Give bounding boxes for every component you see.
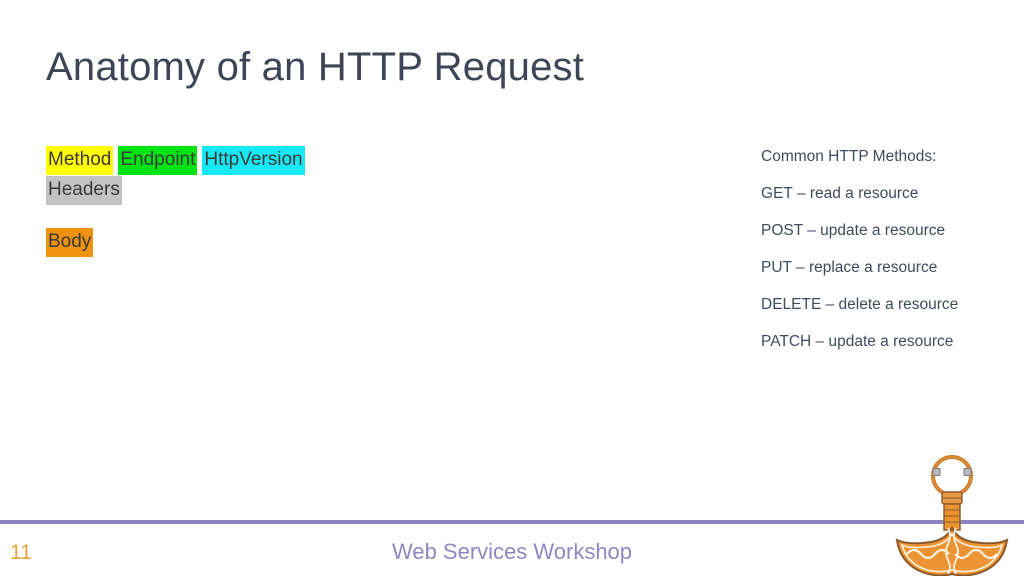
token-headers: Headers <box>46 176 122 205</box>
slide-canvas: Anatomy of an HTTP Request Method Endpoin… <box>0 0 1024 576</box>
token-endpoint: Endpoint <box>118 146 198 175</box>
mjolnir-hammer-logo <box>893 454 1011 576</box>
method-item-get: GET – read a resource <box>761 185 919 202</box>
mjolnir-hammer-icon <box>895 455 1009 576</box>
method-item-delete: DELETE – delete a resource <box>761 296 959 313</box>
methods-heading: Common HTTP Methods: <box>761 148 937 165</box>
footer-title: Web Services Workshop <box>391 539 633 564</box>
common-http-methods-panel: Common HTTP Methods: GET – read a resour… <box>761 147 1011 351</box>
request-line-headers: Headers <box>46 175 466 205</box>
token-body: Body <box>46 228 94 257</box>
request-line-start-line: Method Endpoint HttpVersion <box>46 145 466 175</box>
request-anatomy-block: Method Endpoint HttpVersion Headers Body <box>46 145 466 257</box>
token-http-version: HttpVersion <box>202 146 305 175</box>
method-item-patch: PATCH – update a resource <box>761 333 954 350</box>
page-title: Anatomy of an HTTP Request <box>46 45 585 89</box>
method-item-post: POST – update a resource <box>761 222 946 239</box>
footer-divider <box>0 520 1024 524</box>
method-item-put: PUT – replace a resource <box>761 259 938 276</box>
token-method: Method <box>46 146 114 175</box>
request-line-body: Body <box>46 227 466 257</box>
